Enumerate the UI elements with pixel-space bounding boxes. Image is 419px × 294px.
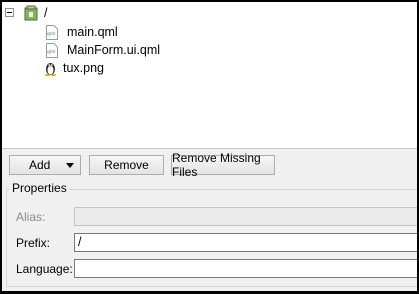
language-label: Language: xyxy=(16,262,73,276)
tree-item-file[interactable]: qml MainForm.ui.qml xyxy=(46,41,160,59)
tree-item-label: MainForm.ui.qml xyxy=(67,43,161,57)
qrc-prefix-icon xyxy=(24,5,38,21)
dropdown-arrow-icon xyxy=(66,163,74,168)
alias-field[interactable] xyxy=(74,207,417,226)
properties-group-title: Properties xyxy=(10,181,69,195)
resource-tree[interactable]: / qml main.qml qml MainForm.ui.qml tux.p… xyxy=(2,2,417,149)
tree-item-file[interactable]: tux.png xyxy=(44,59,104,77)
tree-item-root-prefix[interactable]: / xyxy=(24,4,47,22)
svg-text:qml: qml xyxy=(47,31,56,37)
prefix-label: Prefix: xyxy=(16,236,51,250)
add-button-label: Add xyxy=(29,158,51,172)
svg-text:qml: qml xyxy=(47,49,56,55)
tree-item-label: / xyxy=(44,6,48,20)
tree-item-file[interactable]: qml main.qml xyxy=(46,23,118,41)
remove-missing-files-button[interactable]: Remove Missing Files xyxy=(171,151,275,179)
remove-button[interactable]: Remove xyxy=(89,155,164,175)
prefix-field[interactable]: / xyxy=(74,233,417,252)
collapse-toggle-icon[interactable] xyxy=(5,8,14,17)
tux-image-icon xyxy=(45,62,56,76)
add-button[interactable]: Add xyxy=(9,155,81,175)
language-field[interactable] xyxy=(74,259,417,278)
resource-editor: / qml main.qml qml MainForm.ui.qml tux.p… xyxy=(2,2,417,291)
tree-item-label: tux.png xyxy=(63,61,105,75)
tree-item-label: main.qml xyxy=(67,25,118,39)
alias-label: Alias: xyxy=(16,210,46,224)
qml-file-icon: qml xyxy=(46,42,58,58)
qml-file-icon: qml xyxy=(46,24,58,40)
